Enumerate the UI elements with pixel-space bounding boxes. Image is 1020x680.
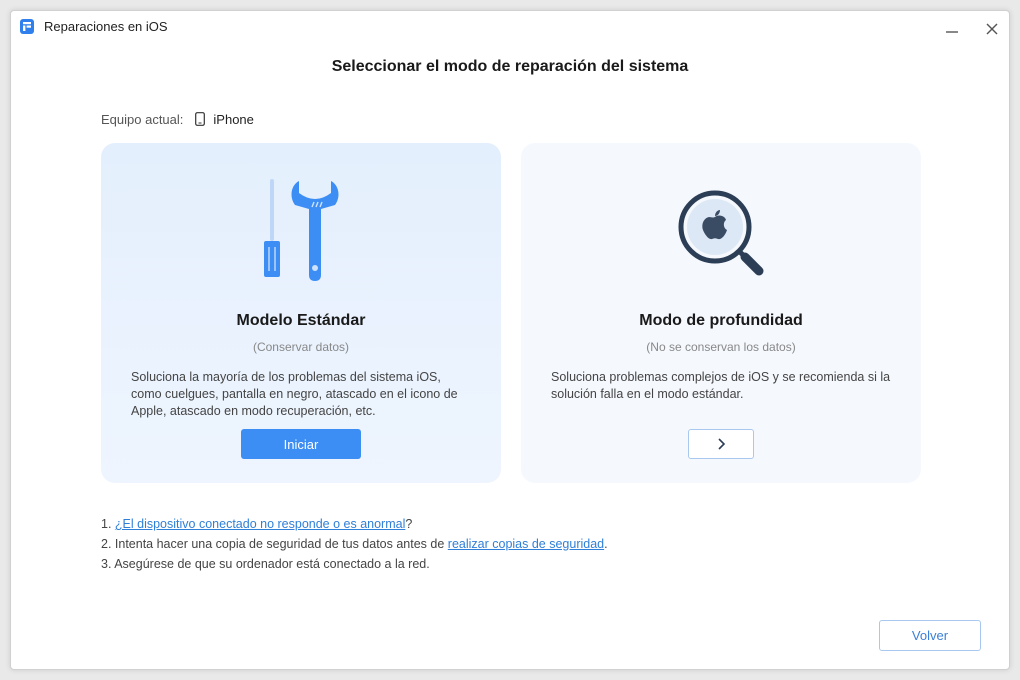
tips-list: 1. ¿El dispositivo conectado no responde… [101, 514, 608, 574]
minimize-icon[interactable] [942, 19, 962, 39]
device-name: iPhone [213, 111, 254, 127]
standard-mode-subtitle: (Conservar datos) [252, 340, 350, 354]
deep-mode-next-button[interactable] [688, 429, 754, 459]
close-icon[interactable] [982, 19, 1002, 39]
tip-item: 3. Asegúrese de que su ordenador está co… [101, 557, 430, 571]
tip-suffix: . [604, 537, 608, 551]
current-device: Equipo actual: iPhone [101, 110, 254, 128]
back-button[interactable]: Volver [879, 620, 981, 651]
window-title: Reparaciones en iOS [44, 19, 168, 34]
deep-mode-card[interactable]: Modo de profundidad (No se conservan los… [521, 143, 921, 483]
deep-mode-subtitle: (No se conservan los datos) [646, 340, 796, 354]
tip-text: 2. Intenta hacer una copia de seguridad … [101, 537, 448, 551]
tip-item: 2. Intenta hacer una copia de seguridad … [101, 534, 608, 554]
device-label: Equipo actual: [101, 111, 184, 127]
standard-mode-card[interactable]: Modelo Estándar (Conservar datos) Soluci… [101, 143, 501, 483]
standard-mode-title: Modelo Estándar [236, 312, 366, 329]
standard-mode-description: Soluciona la mayoría de los problemas de… [131, 370, 458, 418]
magnifier-apple-icon [678, 190, 764, 276]
backup-link[interactable]: realizar copias de seguridad [448, 537, 604, 551]
page-title: Seleccionar el modo de reparación del si… [331, 58, 689, 75]
app-window: Reparaciones en iOS Seleccionar el modo … [10, 10, 1010, 670]
tools-icon [264, 179, 339, 281]
deep-mode-title: Modo de profundidad [639, 312, 803, 329]
tip-item: 1. ¿El dispositivo conectado no responde… [101, 514, 608, 534]
deep-mode-description: Soluciona problemas complejos de iOS y s… [551, 370, 891, 401]
start-button[interactable]: Iniciar [241, 429, 361, 459]
device-not-responding-link[interactable]: ¿El dispositivo conectado no responde o … [115, 517, 405, 531]
title-bar[interactable]: Reparaciones en iOS [11, 11, 1009, 45]
phone-icon [195, 112, 206, 126]
tip-number: 1. [101, 517, 115, 531]
tip-suffix: ? [405, 517, 413, 531]
chevron-right-icon [718, 438, 726, 450]
app-logo-icon [20, 19, 34, 34]
